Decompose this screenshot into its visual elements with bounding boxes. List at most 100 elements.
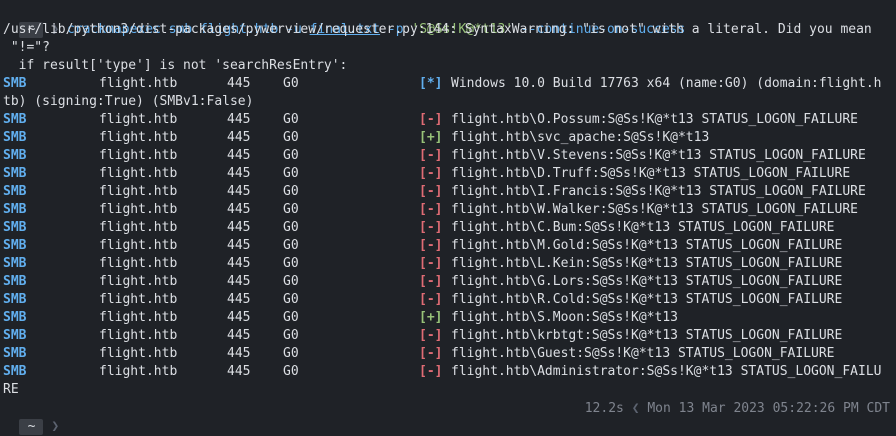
message-cell: flight.htb\C.Bum:S@Ss!K@*t13 STATUS_LOGO…: [451, 220, 835, 235]
failure-tag: [-]: [419, 238, 443, 253]
failure-tag: [-]: [419, 184, 443, 199]
warning-line-3: if result['type'] is not 'searchResEntry…: [3, 58, 348, 73]
info-tag: [*]: [419, 76, 443, 91]
trailing-wrap: RE: [3, 382, 19, 397]
proto-cell: SMB: [3, 238, 27, 253]
port-cell: 445: [227, 292, 251, 307]
failure-tag: [-]: [419, 202, 443, 217]
prompt-badge: ~: [18, 418, 44, 435]
home-icon: ~: [27, 418, 36, 434]
message-cell: flight.htb\svc_apache:S@Ss!K@*t13: [451, 130, 710, 145]
port-cell: 445: [227, 202, 251, 217]
table-row: SMB flight.htb 445 G0 [-] flight.htb\Administ…: [3, 363, 893, 381]
name-cell: G0: [283, 184, 299, 199]
host-cell: flight.htb: [99, 112, 178, 127]
host-cell: flight.htb: [99, 220, 178, 235]
message-cell: flight.htb\Administrator:S@Ss!K@*t13 STA…: [451, 364, 882, 379]
message-cell: flight.htb\L.Kein:S@Ss!K@*t13 STATUS_LOG…: [451, 256, 843, 271]
name-cell: G0: [283, 76, 299, 91]
table-row: SMB flight.htb 445 G0 [-] flight.htb\I.Franci…: [3, 183, 893, 201]
message-cell: flight.htb\M.Gold:S@Ss!K@*t13 STATUS_LOG…: [451, 238, 843, 253]
table-row: SMB flight.htb 445 G0 [-] flight.htb\R.Cold:S…: [3, 291, 893, 309]
host-cell: flight.htb: [99, 274, 178, 289]
failure-tag: [-]: [419, 292, 443, 307]
proto-cell: SMB: [3, 130, 27, 145]
status-separator-icon: ❮: [631, 401, 640, 416]
name-cell: G0: [283, 202, 299, 217]
proto-cell: SMB: [3, 76, 27, 91]
proto-cell: SMB: [3, 202, 27, 217]
name-cell: G0: [283, 220, 299, 235]
host-cell: flight.htb: [99, 292, 178, 307]
port-cell: 445: [227, 328, 251, 343]
proto-cell: SMB: [3, 112, 27, 127]
failure-tag: [-]: [419, 166, 443, 181]
port-cell: 445: [227, 76, 251, 91]
name-cell: G0: [283, 364, 299, 379]
command-line: ~ ❯ crackmapexec smb flight.htb -u final…: [3, 3, 685, 38]
port-cell: 445: [227, 238, 251, 253]
table-row: SMB flight.htb 445 G0 [-] flight.htb\M.Gold:S…: [3, 237, 893, 255]
bottom-prompt: ~ ❯: [3, 400, 59, 435]
name-cell: G0: [283, 292, 299, 307]
name-cell: G0: [283, 112, 299, 127]
failure-tag: [-]: [419, 364, 443, 379]
proto-cell: SMB: [3, 346, 27, 361]
port-cell: 445: [227, 346, 251, 361]
table-row: SMB flight.htb 445 G0 [+] flight.htb\svc_apac…: [3, 129, 893, 147]
prompt-chevron-icon: ❯: [51, 419, 60, 434]
host-cell: flight.htb: [99, 328, 178, 343]
table-row: SMB flight.htb 445 G0 [-] flight.htb\V.Steven…: [3, 147, 893, 165]
name-cell: G0: [283, 148, 299, 163]
status-bar: 12.2s ❮ Mon 13 Mar 2023 05:22:26 PM CDT: [585, 400, 890, 418]
duration: 12.2s: [584, 401, 624, 416]
warning-line-1: /usr/lib/python3/dist-packages/pywerview…: [3, 22, 872, 37]
failure-tag: [-]: [419, 328, 443, 343]
host-cell: flight.htb: [99, 184, 178, 199]
failure-tag: [-]: [419, 274, 443, 289]
proto-cell: SMB: [3, 328, 27, 343]
port-cell: 445: [227, 166, 251, 181]
host-cell: flight.htb: [99, 148, 178, 163]
failure-tag: [-]: [419, 148, 443, 163]
host-cell: flight.htb: [99, 346, 178, 361]
proto-cell: SMB: [3, 292, 27, 307]
host-cell: flight.htb: [99, 256, 178, 271]
failure-tag: [-]: [419, 112, 443, 127]
name-cell: G0: [283, 310, 299, 325]
message-cell: flight.htb\W.Walker:S@Ss!K@*t13 STATUS_L…: [451, 202, 858, 217]
port-cell: 445: [227, 256, 251, 271]
host-cell: flight.htb: [99, 76, 178, 91]
message-cell: flight.htb\D.Truff:S@Ss!K@*t13 STATUS_LO…: [451, 166, 851, 181]
proto-cell: SMB: [3, 274, 27, 289]
message-cell: flight.htb\krbtgt:S@Ss!K@*t13 STATUS_LOG…: [451, 328, 843, 343]
table-row: SMB flight.htb 445 G0 [-] flight.htb\W.Walker…: [3, 201, 893, 219]
port-cell: 445: [227, 364, 251, 379]
proto-cell: SMB: [3, 256, 27, 271]
host-cell: flight.htb: [99, 166, 178, 181]
table-row: SMB flight.htb 445 G0 [-] flight.htb\O.Possum…: [3, 111, 893, 129]
success-tag: [+]: [419, 130, 443, 145]
proto-cell: SMB: [3, 364, 27, 379]
table-row: SMB flight.htb 445 G0 [-] flight.htb\krbtgt:S…: [3, 327, 893, 345]
proto-cell: SMB: [3, 310, 27, 325]
info-row: SMB flight.htb 445 G0 [*] Windows 10.0 B…: [3, 75, 893, 93]
table-row: SMB flight.htb 445 G0 [-] flight.htb\Guest:S@…: [3, 345, 893, 363]
success-tag: [+]: [419, 310, 443, 325]
name-cell: G0: [283, 346, 299, 361]
port-cell: 445: [227, 220, 251, 235]
message-cell: flight.htb\Guest:S@Ss!K@*t13 STATUS_LOGO…: [451, 346, 835, 361]
port-cell: 445: [227, 130, 251, 145]
message-cell: flight.htb\V.Stevens:S@Ss!K@*t13 STATUS_…: [451, 148, 866, 163]
host-cell: flight.htb: [99, 310, 178, 325]
info-row-wrap: tb) (signing:True) (SMBv1:False): [3, 94, 254, 109]
proto-cell: SMB: [3, 220, 27, 235]
message-cell: flight.htb\I.Francis:S@Ss!K@*t13 STATUS_…: [451, 184, 866, 199]
table-row: SMB flight.htb 445 G0 [-] flight.htb\L.Kein:S…: [3, 255, 893, 273]
host-cell: flight.htb: [99, 130, 178, 145]
table-row: SMB flight.htb 445 G0 [-] flight.htb\C.Bum:S@…: [3, 219, 893, 237]
timestamp: Mon 13 Mar 2023 05:22:26 PM CDT: [647, 401, 890, 416]
message-cell: flight.htb\G.Lors:S@Ss!K@*t13 STATUS_LOG…: [451, 274, 843, 289]
message-cell: flight.htb\R.Cold:S@Ss!K@*t13 STATUS_LOG…: [451, 292, 843, 307]
name-cell: G0: [283, 238, 299, 253]
